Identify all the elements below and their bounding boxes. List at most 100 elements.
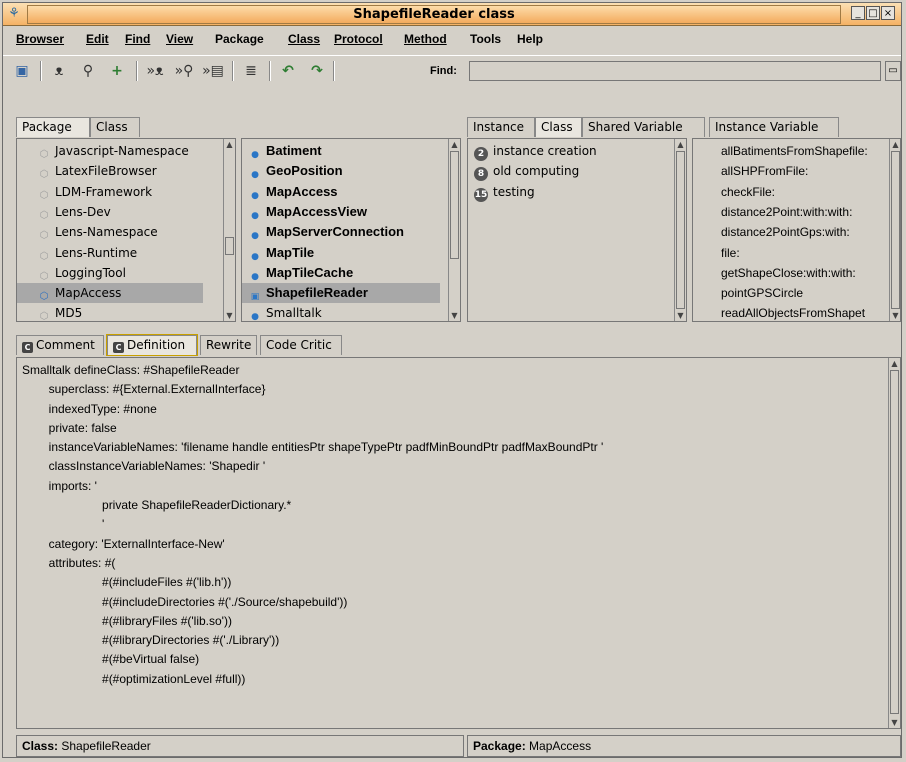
method-list[interactable]: allBatimentsFromShapefile: allSHPFromFile… xyxy=(692,138,901,322)
package-item[interactable]: ⬡ LatexFileBrowser xyxy=(17,161,203,181)
menu-browser[interactable]: Browser xyxy=(16,32,64,46)
package-item[interactable]: ⬡ MD5 xyxy=(17,303,203,321)
maximize-button[interactable]: □ xyxy=(866,6,880,20)
class-item[interactable]: ● MapTile xyxy=(242,243,440,263)
menu-method[interactable]: Method xyxy=(404,32,447,46)
tab-definition[interactable]: C Definition xyxy=(106,334,198,356)
class-item[interactable]: ● MapTileCache xyxy=(242,263,440,283)
browse-window-icon[interactable]: ▣ xyxy=(11,60,33,82)
tab-code-critic[interactable]: Code Critic xyxy=(260,335,342,355)
method-item[interactable]: allSHPFromFile: xyxy=(693,161,808,181)
package-item[interactable]: ⬡ LDM-Framework xyxy=(17,182,203,202)
format-lines-icon[interactable]: ≣ xyxy=(240,60,262,82)
menu-view[interactable]: View xyxy=(166,32,193,46)
tab-shared-variable[interactable]: Shared Variable xyxy=(582,117,705,137)
protocol-list[interactable]: 2 instance creation 8 old computing 15 testin… xyxy=(467,138,687,322)
tab-instance[interactable]: Instance xyxy=(467,117,535,137)
minimize-button[interactable]: _ xyxy=(851,6,865,20)
package-item[interactable]: ⬡ Lens-Runtime xyxy=(17,243,203,263)
tab-comment[interactable]: C Comment xyxy=(16,335,104,355)
protocol-item[interactable]: 8 old computing xyxy=(468,161,579,182)
menu-protocol[interactable]: Protocol xyxy=(334,32,383,46)
class-item[interactable]: ● MapServerConnection xyxy=(242,222,440,242)
editor-scrollbar[interactable]: ▲ ▼ xyxy=(888,358,900,728)
menu-package[interactable]: Package xyxy=(215,32,264,46)
find-next-binoculars-icon[interactable]: »ᴥ xyxy=(144,60,166,82)
tab-instance-variable[interactable]: Instance Variable xyxy=(709,117,839,137)
menu-find[interactable]: Find xyxy=(125,32,150,46)
tab-package[interactable]: Package xyxy=(16,117,90,137)
scroll-thumb[interactable] xyxy=(676,151,685,309)
scroll-down-icon[interactable]: ▼ xyxy=(890,310,900,321)
app-icon[interactable]: ⚘ xyxy=(6,6,22,22)
method-item[interactable]: file: xyxy=(693,243,740,263)
find-input[interactable] xyxy=(469,61,881,81)
method-item[interactable]: readAllObjectsFromShapet xyxy=(693,303,865,321)
method-item[interactable]: getShapeClose:with:with: xyxy=(693,263,856,283)
package-item[interactable]: ⬡ LoggingTool xyxy=(17,263,203,283)
method-item[interactable]: distance2PointGps:with: xyxy=(693,222,850,242)
class-item[interactable]: ● Smalltalk xyxy=(242,303,440,321)
definition-editor[interactable]: Smalltalk defineClass: #ShapefileReader … xyxy=(16,357,901,729)
definition-code[interactable]: Smalltalk defineClass: #ShapefileReader … xyxy=(22,361,603,689)
add-plus-icon[interactable]: + xyxy=(106,60,128,82)
scroll-thumb[interactable] xyxy=(890,370,899,714)
scroll-up-icon[interactable]: ▲ xyxy=(675,139,686,150)
protocol-scrollbar[interactable]: ▲ ▼ xyxy=(674,139,686,321)
package-item[interactable]: ⬡ MapAccess xyxy=(17,283,203,304)
menu-edit[interactable]: Edit xyxy=(86,32,109,46)
package-label: MD5 xyxy=(55,306,83,321)
menu-class[interactable]: Class xyxy=(288,32,320,46)
class-item[interactable]: ● GeoPosition xyxy=(242,161,440,181)
package-item[interactable]: ⬡ Lens-Dev xyxy=(17,202,203,222)
class-item[interactable]: ● Batiment xyxy=(242,141,440,161)
scroll-up-icon[interactable]: ▲ xyxy=(890,139,900,150)
protocol-item[interactable]: 2 instance creation xyxy=(468,141,597,161)
tab-rewrite[interactable]: Rewrite xyxy=(200,335,257,355)
code-line: classInstanceVariableNames: 'Shapedir ' xyxy=(22,459,266,474)
undo-icon[interactable]: ↶ xyxy=(277,60,299,82)
method-scrollbar[interactable]: ▲ ▼ xyxy=(889,139,900,321)
method-item[interactable]: pointGPSCircle xyxy=(693,283,803,303)
package-item[interactable]: ⬡ Lens-Namespace xyxy=(17,222,203,242)
scroll-down-icon[interactable]: ▼ xyxy=(449,310,460,321)
scroll-up-icon[interactable]: ▲ xyxy=(449,139,460,150)
method-item[interactable]: distance2Point:with:with: xyxy=(693,202,852,222)
package-list[interactable]: ⬡ Javascript-Namespace ⬡ LatexFileBrowser ⬡ L… xyxy=(16,138,236,322)
scroll-thumb[interactable] xyxy=(450,151,459,259)
package-icon: ⬡ xyxy=(39,230,49,242)
method-item[interactable]: checkFile: xyxy=(693,182,775,202)
find-dropdown-button[interactable]: ▭ xyxy=(885,61,901,81)
scroll-down-icon[interactable]: ▼ xyxy=(889,717,900,728)
scroll-thumb[interactable] xyxy=(891,151,900,309)
search-next-icon[interactable]: »⚲ xyxy=(173,60,195,82)
method-item[interactable]: allBatimentsFromShapefile: xyxy=(693,141,868,161)
search-magnifier-icon[interactable]: ⚲ xyxy=(77,60,99,82)
menu-help[interactable]: Help xyxy=(517,32,543,46)
scroll-thumb[interactable] xyxy=(225,237,234,255)
code-line: #(#beVirtual false) xyxy=(22,652,200,667)
class-list[interactable]: ● Batiment ● GeoPosition ● MapAccess ● MapAcces… xyxy=(241,138,461,322)
menu-tools[interactable]: Tools xyxy=(470,32,501,46)
protocol-item[interactable]: 15 testing xyxy=(468,182,535,202)
class-item[interactable]: ▣ ShapefileReader xyxy=(242,283,440,304)
class-item[interactable]: ● MapAccess xyxy=(242,182,440,202)
tab-class[interactable]: Class xyxy=(90,117,140,137)
scroll-up-icon[interactable]: ▲ xyxy=(224,139,235,150)
code-line: #(#includeDirectories #('./Source/shapeb… xyxy=(22,594,348,609)
class-icon: ● xyxy=(251,170,259,181)
scroll-down-icon[interactable]: ▼ xyxy=(224,310,235,321)
title-bar[interactable]: ⚘ ShapefileReader class _ □ × xyxy=(3,3,901,26)
find-binoculars-icon[interactable]: ᴥ xyxy=(48,60,70,82)
class-item[interactable]: ● MapAccessView xyxy=(242,202,440,222)
search-page-icon[interactable]: »▤ xyxy=(202,60,224,82)
count-badge: 15 xyxy=(474,187,488,202)
tab-class-side[interactable]: Class xyxy=(535,117,582,137)
scroll-up-icon[interactable]: ▲ xyxy=(889,358,900,369)
package-scrollbar[interactable]: ▲ ▼ xyxy=(223,139,235,321)
package-item[interactable]: ⬡ Javascript-Namespace xyxy=(17,141,203,161)
redo-icon[interactable]: ↷ xyxy=(306,60,328,82)
scroll-down-icon[interactable]: ▼ xyxy=(675,310,686,321)
close-button[interactable]: × xyxy=(881,6,895,20)
class-scrollbar[interactable]: ▲ ▼ xyxy=(448,139,460,321)
